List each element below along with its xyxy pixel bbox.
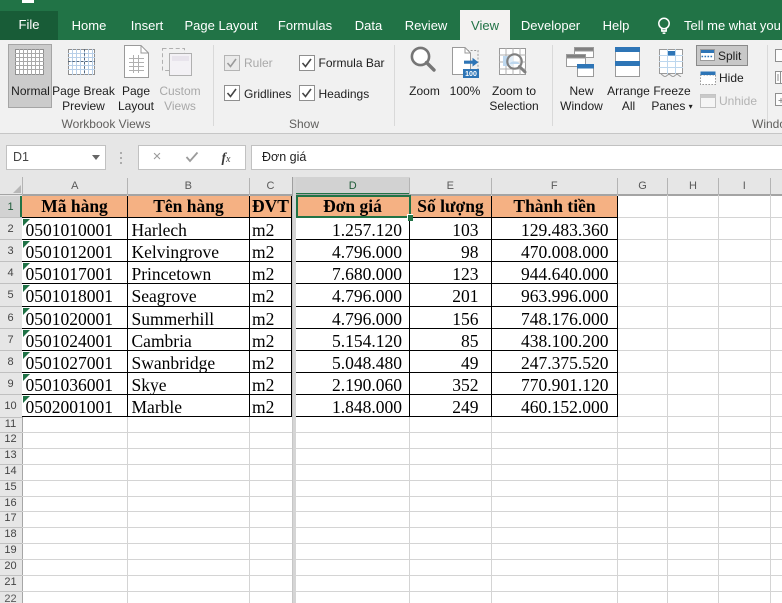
svg-text:100: 100 (465, 71, 477, 78)
